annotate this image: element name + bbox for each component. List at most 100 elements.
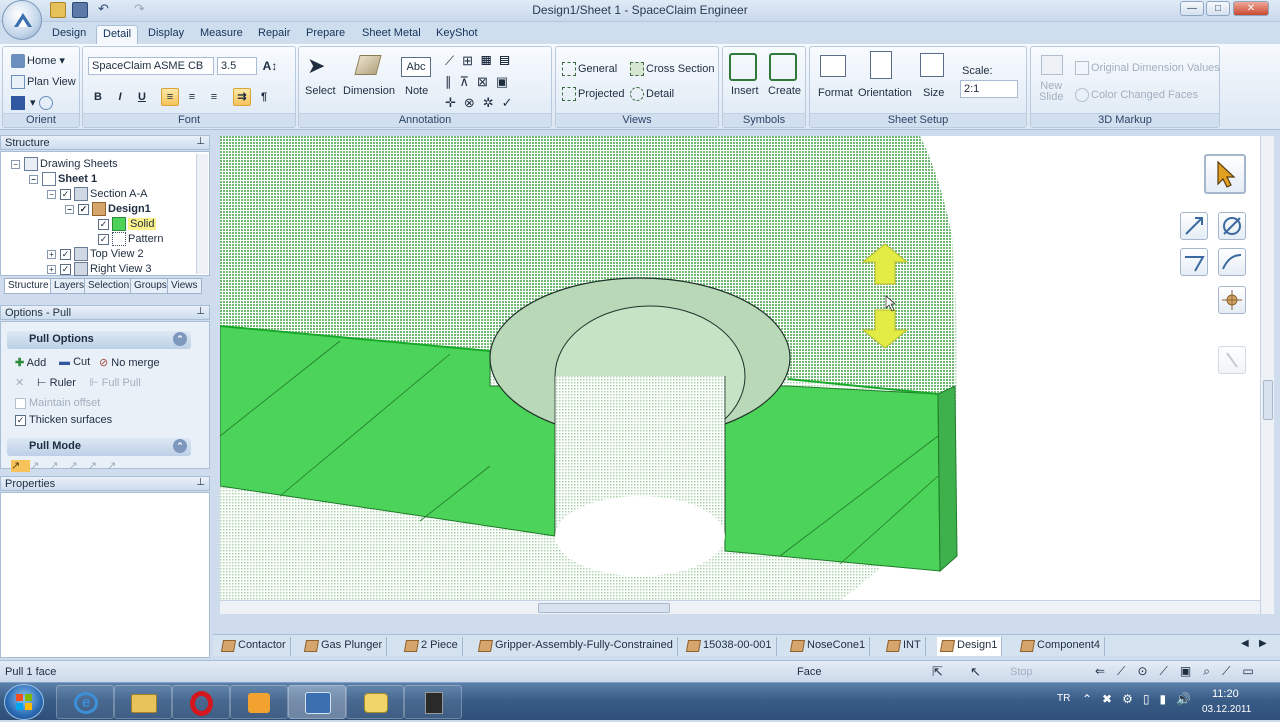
- pivot-tool[interactable]: [1218, 286, 1246, 314]
- align-right-icon[interactable]: ≡: [205, 88, 223, 106]
- thicken-surfaces-option[interactable]: ✓ Thicken surfaces: [15, 414, 112, 426]
- pin-icon[interactable]: ⊥: [196, 136, 205, 147]
- insert-symbol-button[interactable]: Insert: [731, 85, 759, 97]
- application-menu-button[interactable]: [2, 0, 42, 40]
- visibility-checkbox[interactable]: ✓: [78, 203, 89, 215]
- new-slide-button[interactable]: New Slide: [1039, 81, 1063, 103]
- taskbar-media-player[interactable]: [230, 685, 288, 719]
- tab-scroll-left-icon[interactable]: ◀: [1241, 638, 1249, 649]
- clock-date[interactable]: 03.12.2011: [1202, 704, 1251, 715]
- annotation-tools-row3[interactable]: ✛⊗✲✓: [445, 95, 521, 111]
- taskbar-internet-explorer[interactable]: e: [56, 685, 114, 719]
- font-family-select[interactable]: SpaceClaim ASME CB: [88, 57, 214, 75]
- cross-section-button[interactable]: Cross Section: [630, 62, 714, 76]
- anchor-tool[interactable]: [1218, 346, 1246, 374]
- annotation-tools-row1[interactable]: ⟋⊞▦▤: [445, 53, 518, 69]
- orientation-button[interactable]: Orientation: [858, 87, 912, 99]
- pin-icon[interactable]: ⊥: [196, 306, 205, 317]
- plan-view-button[interactable]: Plan View: [11, 75, 76, 89]
- tab-detail[interactable]: Detail: [96, 25, 139, 44]
- scale-select[interactable]: 2:1: [960, 80, 1018, 98]
- doc-tab-int[interactable]: INT: [883, 637, 926, 656]
- taskbar-messenger[interactable]: [346, 685, 404, 719]
- taskbar-explorer[interactable]: [114, 685, 172, 719]
- clock-time[interactable]: 11:20: [1212, 688, 1239, 700]
- full-pull-option[interactable]: ⊩ Full Pull: [89, 376, 141, 389]
- design-viewport[interactable]: [220, 136, 1274, 614]
- tab-views[interactable]: Views: [167, 278, 202, 294]
- view-cube-button[interactable]: ▾: [11, 96, 55, 111]
- general-view-button[interactable]: General: [562, 62, 617, 76]
- tab-groups[interactable]: Groups: [130, 278, 171, 294]
- pull-mode-tools[interactable]: ↗↗↗↗↗↗: [11, 459, 126, 472]
- tree-item-drawing-sheets[interactable]: − Drawing Sheets: [11, 157, 118, 171]
- font-size-select[interactable]: 3.5: [217, 57, 257, 75]
- side-face[interactable]: [937, 385, 958, 573]
- pull-options-section[interactable]: Pull Options ⌃: [7, 331, 191, 349]
- paragraph-icon[interactable]: ¶: [255, 88, 273, 106]
- create-symbol-button[interactable]: Create: [768, 85, 801, 97]
- taskbar-spaceclaim[interactable]: [288, 685, 346, 719]
- tab-prepare[interactable]: Prepare: [300, 25, 351, 44]
- thicken-surfaces-checkbox[interactable]: ✓: [15, 414, 26, 426]
- annotation-tools-row2[interactable]: ∥⊼⊠▣: [445, 74, 516, 90]
- bold-button[interactable]: B: [89, 88, 107, 106]
- stop-button[interactable]: Stop: [1010, 666, 1033, 678]
- tree-item-right-view-3[interactable]: + ✓ Right View 3: [47, 262, 152, 276]
- pull-mode-section[interactable]: Pull Mode ⌃: [7, 438, 191, 456]
- tab-structure[interactable]: Structure: [4, 278, 53, 294]
- tab-sheet-metal[interactable]: Sheet Metal: [356, 25, 427, 44]
- home-button[interactable]: Home ▾: [11, 54, 65, 69]
- detail-view-button[interactable]: Detail: [630, 87, 674, 101]
- taskbar-recorder[interactable]: [404, 685, 462, 719]
- size-button[interactable]: Size: [923, 87, 944, 99]
- visibility-checkbox[interactable]: ✓: [98, 233, 109, 245]
- collapse-section-icon[interactable]: ⌃: [173, 439, 187, 453]
- language-indicator[interactable]: TR: [1057, 693, 1070, 704]
- status-tools[interactable]: ⇐⟋⊙⟋▣⌕⟋▭: [1095, 664, 1266, 679]
- maintain-offset-checkbox[interactable]: [15, 397, 26, 409]
- tree-item-pattern[interactable]: ✓ Pattern: [98, 232, 163, 246]
- align-center-icon[interactable]: ≡: [183, 88, 201, 106]
- visibility-checkbox[interactable]: ✓: [60, 248, 71, 260]
- sweep-tool[interactable]: [1218, 248, 1246, 276]
- tree-item-solid[interactable]: ✓ Solid: [98, 217, 157, 231]
- collapse-section-icon[interactable]: ⌃: [173, 332, 187, 346]
- maximize-button[interactable]: □: [1206, 1, 1230, 16]
- underline-button[interactable]: U: [133, 88, 151, 106]
- visibility-checkbox[interactable]: ✓: [98, 218, 109, 230]
- start-button[interactable]: [4, 684, 44, 720]
- tab-design[interactable]: Design: [46, 25, 92, 44]
- tree-item-design1[interactable]: − ✓ Design1: [65, 202, 151, 216]
- tree-item-sheet-1[interactable]: − Sheet 1: [29, 172, 97, 186]
- doc-tab-2-piece[interactable]: 2 Piece: [401, 637, 463, 656]
- color-changed-faces-button[interactable]: Color Changed Faces: [1075, 88, 1198, 102]
- model-drawing[interactable]: [220, 136, 1274, 614]
- no-merge-option[interactable]: ⊘ No merge: [99, 356, 160, 369]
- select-button[interactable]: Select: [305, 85, 336, 97]
- add-option[interactable]: ✚ Add: [15, 356, 46, 369]
- original-dimension-values-button[interactable]: Original Dimension Values: [1075, 61, 1220, 75]
- tree-scrollbar[interactable]: [196, 154, 208, 274]
- doc-tab-design1[interactable]: Design1: [937, 637, 1003, 656]
- minimize-button[interactable]: —: [1180, 1, 1204, 16]
- revolve-tool[interactable]: [1218, 212, 1246, 240]
- tab-layers[interactable]: Layers: [50, 278, 89, 294]
- pin-icon[interactable]: ⊥: [196, 477, 205, 488]
- horizontal-scrollbar[interactable]: [220, 600, 1260, 614]
- tab-keyshot[interactable]: KeyShot: [430, 25, 484, 44]
- ruler-option[interactable]: ⊢ Ruler: [37, 376, 76, 389]
- align-left-icon[interactable]: ≡: [161, 88, 179, 106]
- selection-filter[interactable]: Face: [797, 666, 821, 678]
- projected-view-button[interactable]: Projected: [562, 87, 624, 101]
- dimension-button[interactable]: Dimension: [343, 85, 395, 97]
- doc-tab-gas-plunger[interactable]: Gas Plunger: [301, 637, 388, 656]
- pivot-option[interactable]: ✕: [15, 376, 24, 389]
- visibility-checkbox[interactable]: ✓: [60, 188, 71, 200]
- doc-tab-gripper-assembly[interactable]: Gripper-Assembly-Fully-Constrained: [475, 637, 678, 656]
- select-tool-icon[interactable]: ↖: [970, 664, 981, 680]
- doc-tab-contactor[interactable]: Contactor: [218, 637, 291, 656]
- taskbar-opera[interactable]: [172, 685, 230, 719]
- text-direction-icon[interactable]: ⇉: [233, 88, 251, 106]
- vertical-scrollbar[interactable]: [1260, 136, 1274, 614]
